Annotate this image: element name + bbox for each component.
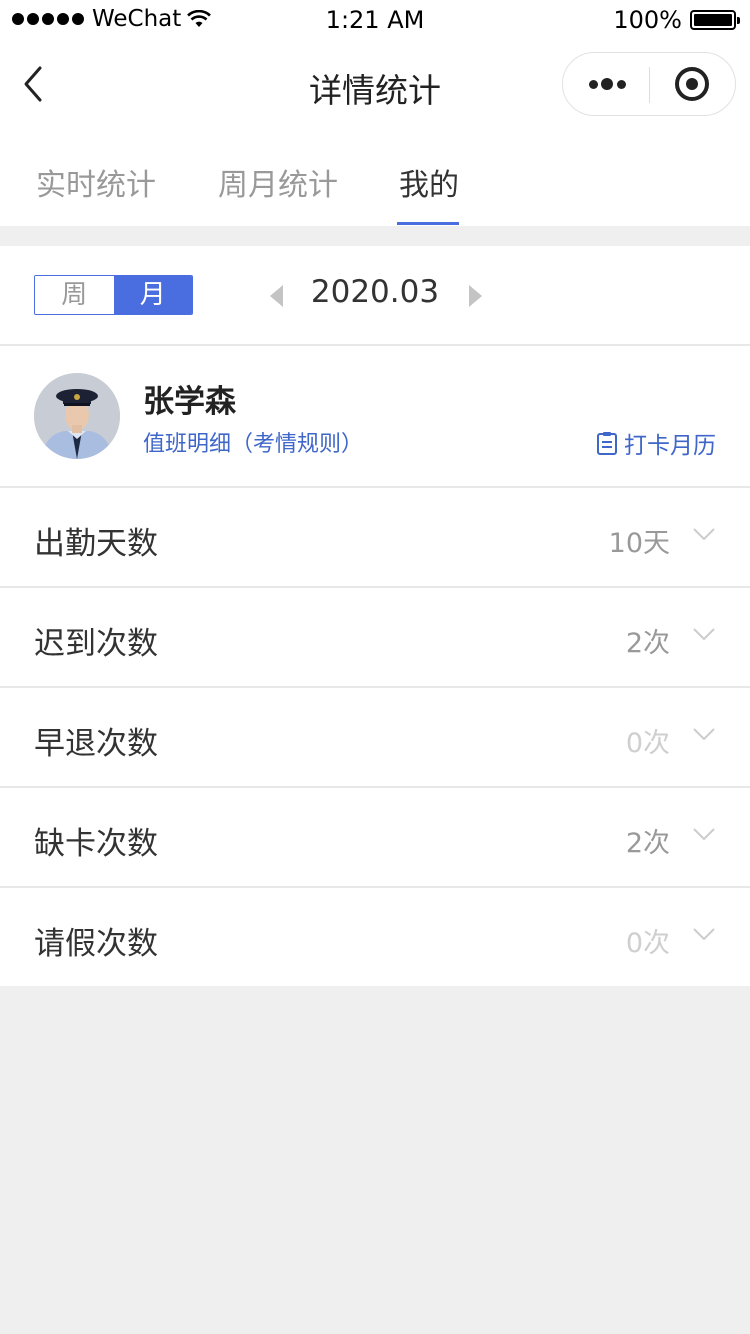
status-right: 100% — [613, 6, 740, 34]
active-tab-indicator — [397, 222, 459, 225]
stat-row-late-count[interactable]: 迟到次数 2次 — [0, 588, 750, 686]
stat-value: 10天 — [608, 528, 670, 559]
avatar — [34, 373, 120, 459]
close-miniprogram-button[interactable] — [650, 53, 736, 115]
chevron-down-icon — [693, 828, 715, 841]
period-selector: 周 月 2020.03 — [0, 246, 750, 344]
more-dots-icon-right — [617, 80, 626, 89]
stat-label: 早退次数 — [34, 726, 158, 762]
clipboard-icon — [597, 432, 617, 455]
tab-mine[interactable]: 我的 — [399, 160, 459, 204]
stat-value: 2次 — [625, 828, 670, 859]
miniprogram-capsule — [562, 52, 736, 116]
status-bar: WeChat 1:21 AM 100% — [0, 0, 750, 40]
stat-label: 缺卡次数 — [34, 826, 158, 862]
week-option[interactable]: 周 — [35, 276, 114, 314]
punch-calendar-label: 打卡月历 — [624, 433, 716, 459]
chevron-down-icon — [693, 628, 715, 641]
stat-value: 0次 — [625, 728, 670, 759]
week-month-toggle: 周 月 — [34, 275, 193, 315]
navigation-bar: 详情统计 — [0, 40, 750, 130]
battery-icon — [690, 10, 740, 30]
more-dots-icon — [589, 80, 598, 89]
stat-label: 出勤天数 — [34, 526, 158, 562]
duty-details-link[interactable]: 值班明细（考情规则） — [143, 426, 363, 458]
user-name: 张学森 — [143, 384, 236, 420]
stat-row-missed-punch-count[interactable]: 缺卡次数 2次 — [0, 788, 750, 886]
chevron-down-icon — [693, 928, 715, 941]
current-period: 2020.03 — [310, 274, 440, 310]
user-card: 张学森 值班明细（考情规则） 打卡月历 — [0, 346, 750, 486]
section-gap — [0, 226, 750, 246]
chevron-down-icon — [693, 528, 715, 541]
stat-row-early-leave-count[interactable]: 早退次数 0次 — [0, 688, 750, 786]
stat-row-leave-count[interactable]: 请假次数 0次 — [0, 888, 750, 986]
next-period-icon[interactable] — [469, 285, 482, 307]
chevron-down-icon — [693, 728, 715, 741]
stat-row-attendance-days[interactable]: 出勤天数 10天 — [0, 488, 750, 586]
previous-period-icon[interactable] — [270, 285, 283, 307]
tab-realtime-stats[interactable]: 实时统计 — [36, 160, 156, 204]
target-icon-dot — [686, 78, 698, 90]
avatar-image — [34, 373, 120, 459]
punch-calendar-link[interactable]: 打卡月历 — [596, 426, 716, 460]
month-option[interactable]: 月 — [113, 276, 192, 314]
stat-label: 请假次数 — [34, 926, 158, 962]
battery-percent: 100% — [613, 6, 682, 34]
tab-weekly-monthly-stats[interactable]: 周月统计 — [218, 160, 338, 204]
more-dots-icon-center — [601, 78, 613, 90]
more-button[interactable] — [563, 53, 649, 115]
tab-bar: 实时统计 周月统计 我的 — [0, 130, 750, 226]
stat-label: 迟到次数 — [34, 626, 158, 662]
stat-value: 0次 — [625, 928, 670, 959]
stat-value: 2次 — [625, 628, 670, 659]
